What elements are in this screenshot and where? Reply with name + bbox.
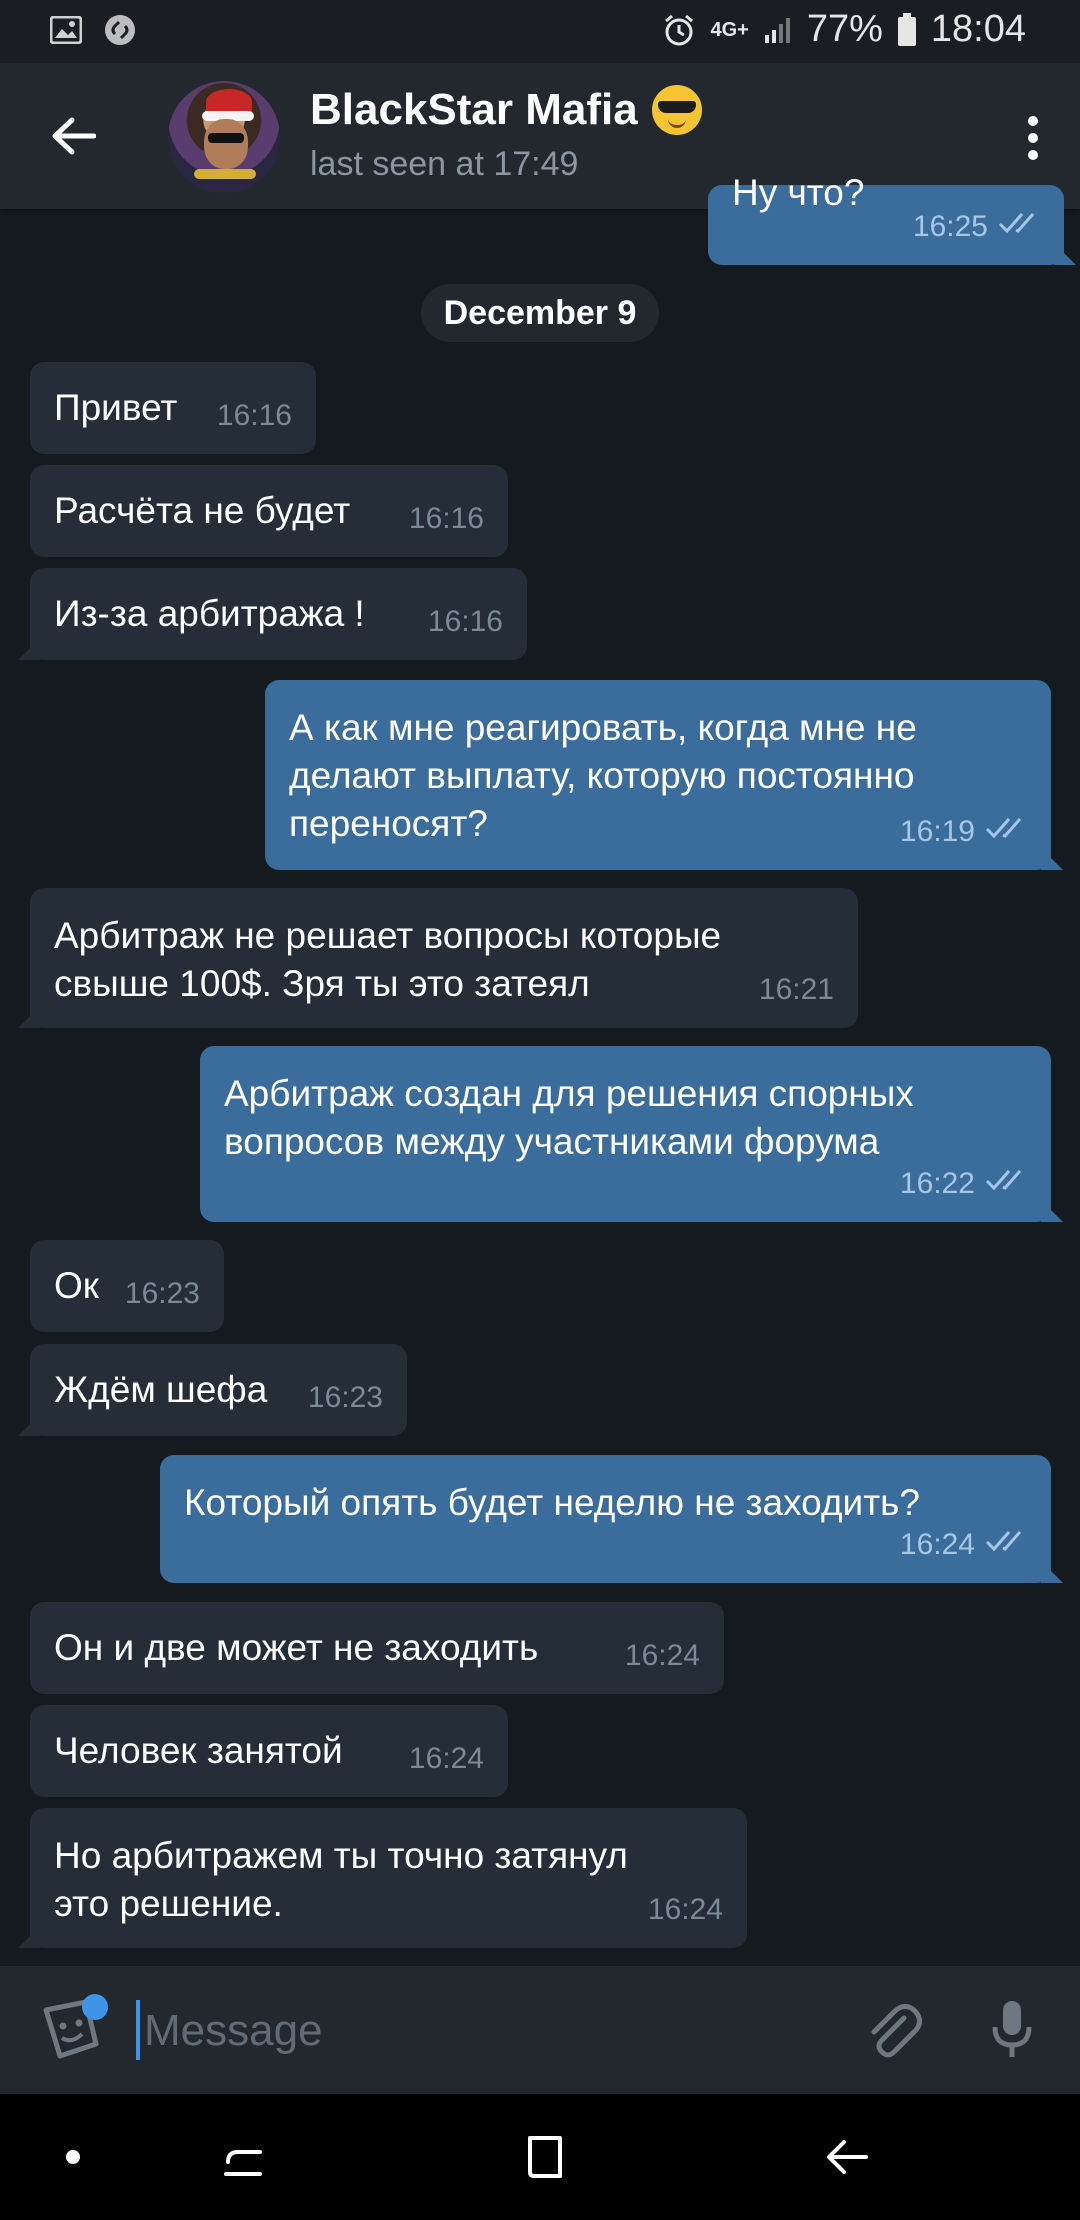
message-meta: 16:24 <box>648 1886 723 1934</box>
message-meta: 16:19 <box>900 808 1029 856</box>
message-time: 16:24 <box>624 1639 700 1672</box>
voice-record-button[interactable] <box>976 1994 1048 2066</box>
system-navigation-bar <box>0 2094 1080 2220</box>
recent-apps-icon <box>224 2150 262 2176</box>
message-text: Арбитраж не решает вопросы которые свыше… <box>54 915 722 1004</box>
alarm-icon <box>662 13 696 47</box>
double-check-icon <box>985 1160 1029 1208</box>
message-bubble-incoming[interactable]: Расчёта не будет 16:16 <box>30 465 508 557</box>
message-time: 16:23 <box>307 1381 383 1414</box>
message-bubble-incoming[interactable]: Он и две может не заходить 16:24 <box>30 1602 724 1694</box>
message-bubble-outgoing[interactable]: А как мне реагировать, когда мне не дела… <box>265 680 1063 870</box>
message-bubble-incoming[interactable]: Ждём шефа 16:23 <box>18 1344 407 1436</box>
recent-apps-button[interactable] <box>208 2122 278 2192</box>
sunglasses-emoji <box>651 85 702 135</box>
message-meta: 16:21 <box>759 966 834 1014</box>
message-composer <box>0 1966 1080 2094</box>
back-nav-icon <box>827 2140 868 2174</box>
battery-percent: 77% <box>806 8 883 50</box>
message-bubble-outgoing[interactable]: Арбитраж создан для решения спорных вопр… <box>200 1046 1063 1222</box>
message-time: 16:16 <box>216 399 292 432</box>
last-seen-status: last seen at 17:49 <box>310 145 579 183</box>
message-text: Который опять будет неделю не заходить? <box>184 1482 921 1523</box>
message-time: 16:22 <box>899 1167 975 1200</box>
more-options-button[interactable] <box>1008 105 1058 171</box>
message-time: 16:24 <box>647 1893 723 1926</box>
message-meta: 16:23 <box>308 1374 383 1422</box>
home-icon <box>528 2136 562 2178</box>
battery-icon <box>897 12 917 47</box>
back-button[interactable] <box>38 103 108 169</box>
clock: 18:04 <box>930 8 1026 50</box>
text-cursor <box>136 2000 140 2060</box>
message-time: 16:23 <box>124 1277 200 1310</box>
shazam-icon <box>104 14 136 46</box>
double-check-icon <box>985 808 1029 856</box>
message-time: 16:24 <box>899 1528 975 1561</box>
message-text: Но арбитражем ты точно затянул это решен… <box>54 1835 628 1924</box>
chat-title-text: BlackStar Mafia <box>310 85 638 134</box>
home-button[interactable] <box>510 2122 580 2192</box>
message-time: 16:25 <box>912 210 988 243</box>
message-bubble-incoming[interactable]: Привет 16:16 <box>30 362 316 454</box>
message-meta: 16:16 <box>409 495 484 543</box>
message-meta: 16:16 <box>428 598 503 646</box>
back-arrow-icon <box>52 117 96 155</box>
message-bubble-incoming[interactable]: Из-за арбитража ! 16:16 <box>18 568 527 660</box>
paperclip-icon <box>871 2004 922 2058</box>
message-meta: 16:22 <box>900 1160 1029 1208</box>
message-meta: 16:24 <box>900 1521 1029 1569</box>
status-bar: 4G+ 77% 18:04 <box>0 0 1080 63</box>
message-meta: 16:24 <box>625 1632 700 1680</box>
new-stickers-dot <box>82 1994 108 2020</box>
message-time: 16:19 <box>899 815 975 848</box>
avatar[interactable] <box>168 81 280 193</box>
avatar-face <box>204 119 248 169</box>
message-bubble-outgoing[interactable]: Ну что? 16:25 <box>708 172 1076 265</box>
dot-icon <box>66 2150 80 2164</box>
message-time: 16:21 <box>758 973 834 1006</box>
signal-icon <box>763 15 793 45</box>
message-text: Он и две может не заходить <box>54 1627 539 1668</box>
nav-dot-button[interactable] <box>38 2122 108 2192</box>
date-divider: December 9 <box>421 284 659 342</box>
avatar-glasses <box>208 133 244 143</box>
message-meta: 16:24 <box>409 1735 484 1783</box>
network-type: 4G+ <box>710 18 749 41</box>
message-time: 16:16 <box>427 605 503 638</box>
back-nav-button[interactable] <box>812 2122 882 2192</box>
double-check-icon <box>998 203 1042 251</box>
message-time: 16:16 <box>408 502 484 535</box>
message-bubble-incoming[interactable]: Ок 16:23 <box>30 1240 224 1332</box>
status-left <box>50 14 136 46</box>
message-bubble-incoming[interactable]: Но арбитражем ты точно затянул это решен… <box>18 1808 747 1948</box>
message-meta: 16:16 <box>217 392 292 440</box>
chat-title[interactable]: BlackStar Mafia <box>310 85 702 135</box>
message-bubble-outgoing[interactable]: Который опять будет неделю не заходить? … <box>160 1455 1063 1583</box>
message-bubble-incoming[interactable]: Человек занятой 16:24 <box>30 1705 508 1797</box>
message-input[interactable] <box>142 1994 846 2068</box>
microphone-icon <box>992 2001 1032 2057</box>
status-right: 4G+ 77% 18:04 <box>662 8 1026 51</box>
message-bubble-incoming[interactable]: Арбитраж не решает вопросы которые свыше… <box>18 888 858 1028</box>
message-time: 16:24 <box>408 1742 484 1775</box>
message-text: Арбитраж создан для решения спорных вопр… <box>224 1073 914 1162</box>
gallery-icon <box>50 16 82 44</box>
message-meta: 16:25 <box>913 203 1042 251</box>
message-meta: 16:23 <box>125 1270 200 1318</box>
double-check-icon <box>985 1521 1029 1569</box>
avatar-chain <box>194 169 256 179</box>
more-vertical-icon <box>1028 116 1038 160</box>
attach-button[interactable] <box>856 1994 928 2066</box>
